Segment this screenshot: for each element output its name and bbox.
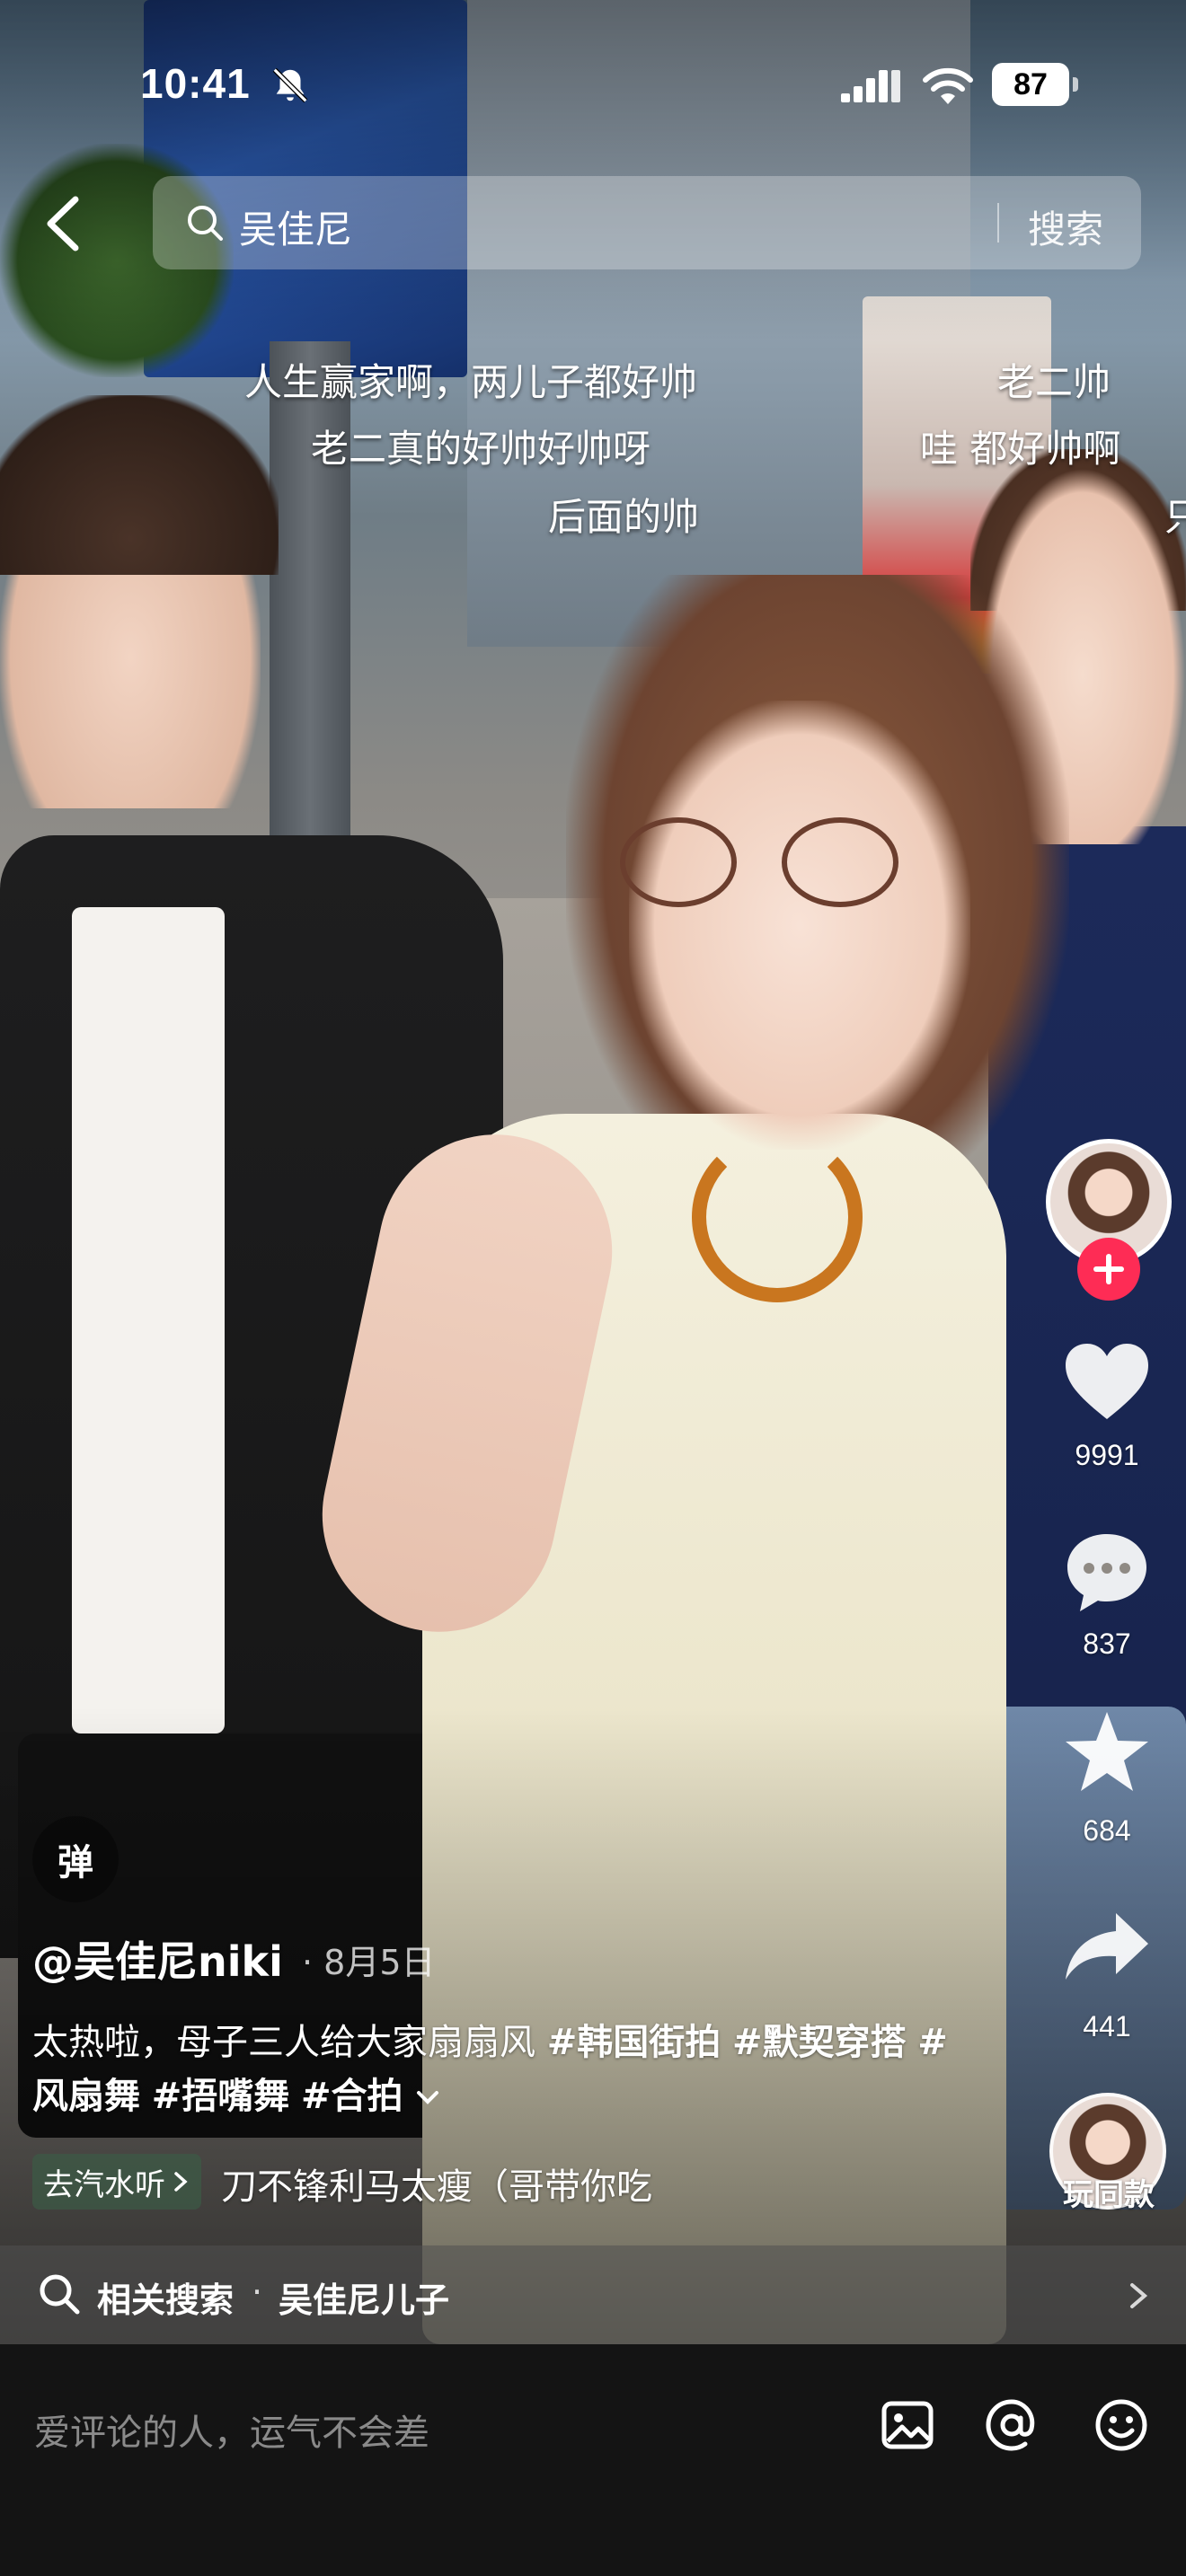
search-divider bbox=[997, 203, 999, 243]
favorite-count: 684 bbox=[1083, 1814, 1131, 1847]
top-shade bbox=[0, 0, 1186, 341]
comment-count: 837 bbox=[1083, 1628, 1131, 1660]
hashtag[interactable]: #韩国街拍 bbox=[547, 2022, 721, 2063]
danmaku-toggle-label: 弹 bbox=[58, 1842, 93, 1883]
share-arrow-icon[interactable] bbox=[1062, 1902, 1152, 1992]
chevron-right-icon bbox=[1130, 2283, 1148, 2308]
search-button[interactable]: 搜索 bbox=[1028, 199, 1103, 254]
share-count: 441 bbox=[1083, 2010, 1131, 2042]
search-icon bbox=[188, 206, 223, 241]
glasses-right-lens bbox=[782, 817, 898, 907]
same-style-label[interactable]: 玩同款 bbox=[1042, 2170, 1175, 2214]
glasses-left-lens bbox=[620, 817, 737, 907]
bell-muted-icon bbox=[272, 67, 308, 103]
search-bar[interactable]: 吴佳尼 搜索 bbox=[153, 176, 1141, 269]
post-caption: 太热啦，母子三人给大家扇扇风 #韩国街拍 #默契穿搭 #风扇舞 #捂嘴舞 #合拍 bbox=[32, 2016, 976, 2123]
danmaku-toggle-button[interactable]: 弹 bbox=[32, 1816, 119, 1902]
music-app-badge[interactable]: 去汽水听 bbox=[32, 2154, 201, 2210]
search-icon bbox=[40, 2274, 80, 2315]
back-arrow-icon[interactable] bbox=[40, 192, 90, 255]
related-search-bar[interactable]: 相关搜索 · 吴佳尼儿子 bbox=[0, 2245, 1186, 2344]
battery-indicator: 87 bbox=[992, 63, 1078, 106]
wifi-icon bbox=[923, 67, 973, 104]
danmaku-comment: 只 bbox=[1164, 495, 1186, 539]
clock: 10:41 bbox=[140, 60, 251, 107]
person-left-shirt bbox=[72, 907, 225, 1734]
author-name[interactable]: @吴佳尼niki bbox=[32, 1929, 283, 1989]
music-badge-label: 去汽水听 bbox=[43, 2166, 165, 2203]
image-icon[interactable] bbox=[879, 2396, 936, 2454]
status-bar: 10:41 87 bbox=[0, 54, 1186, 117]
hashtag[interactable]: #默契穿搭 bbox=[732, 2022, 907, 2063]
danmaku-comment: 哇 都好帅啊 bbox=[920, 427, 1121, 471]
caption-text: 太热啦，母子三人给大家扇扇风 bbox=[32, 2022, 547, 2063]
star-icon[interactable] bbox=[1062, 1708, 1152, 1798]
related-search-query: 吴佳尼儿子 bbox=[279, 2280, 450, 2320]
person-left-hair bbox=[0, 395, 279, 575]
hashtag[interactable]: #合拍 bbox=[301, 2076, 403, 2117]
chevron-down-icon[interactable] bbox=[414, 2088, 441, 2108]
hashtag[interactable]: #捂嘴舞 bbox=[152, 2076, 290, 2117]
danmaku-comment: 后面的帅 bbox=[548, 495, 700, 539]
related-separator: · bbox=[252, 2272, 263, 2312]
danmaku-comment: 老二真的好帅好帅呀 bbox=[311, 427, 651, 471]
post-date: · 8月5日 bbox=[302, 1943, 436, 1982]
follow-button[interactable] bbox=[1077, 1238, 1140, 1301]
heart-icon[interactable] bbox=[1062, 1338, 1152, 1428]
emoji-icon[interactable] bbox=[1093, 2396, 1150, 2454]
comment-bar: 爱评论的人，运气不会差 bbox=[0, 2344, 1186, 2576]
plus-icon bbox=[1093, 1254, 1124, 1284]
comment-icon[interactable] bbox=[1062, 1527, 1152, 1617]
danmaku-comment: 老二帅 bbox=[997, 360, 1111, 404]
at-mention-icon[interactable] bbox=[983, 2396, 1040, 2454]
amber-necklace bbox=[692, 1132, 863, 1302]
search-input[interactable]: 吴佳尼 bbox=[239, 199, 352, 254]
music-title[interactable]: 刀不锋利马太瘦（哥带你吃 bbox=[221, 2157, 688, 2210]
danmaku-comment: 人生赢家啊，两儿子都好帅 bbox=[244, 360, 698, 404]
comment-input[interactable]: 爱评论的人，运气不会差 bbox=[34, 2404, 429, 2456]
cellular-signal-icon bbox=[841, 70, 900, 102]
chevron-right-icon bbox=[174, 2172, 188, 2192]
related-search-label: 相关搜索 bbox=[97, 2280, 235, 2320]
person-center-face bbox=[629, 701, 970, 1150]
like-count: 9991 bbox=[1075, 1439, 1139, 1471]
